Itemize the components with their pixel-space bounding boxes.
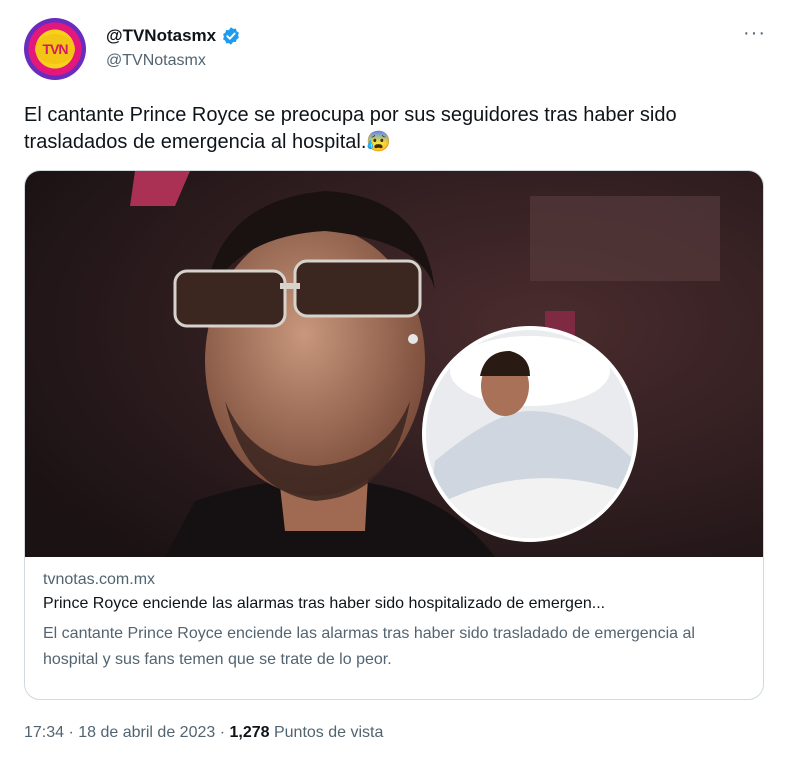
card-description: El cantante Prince Royce enciende las al…	[43, 625, 695, 668]
more-options-icon[interactable]: ···	[743, 22, 766, 45]
card-photo-illustration	[25, 171, 763, 557]
tweet-header: TVN @TVNotasmx @TVNotasmx ···	[24, 18, 776, 84]
card-text: tvnotas.com.mx Prince Royce enciende las…	[43, 571, 753, 673]
view-count: 1,278	[229, 724, 270, 741]
display-name[interactable]: @TVNotasmx	[106, 26, 216, 46]
tweet-time[interactable]: 17:34	[24, 724, 64, 741]
card-title[interactable]: Prince Royce enciende las alarmas tras h…	[43, 595, 753, 613]
views-label: Puntos de vista	[269, 724, 384, 741]
tweet-text: El cantante Prince Royce se preocupa por…	[24, 104, 677, 153]
separator: ·	[215, 724, 230, 741]
avatar[interactable]: TVN	[24, 18, 86, 80]
avatar-logo: TVN	[35, 34, 75, 64]
user-handle[interactable]: @TVNotasmx	[106, 52, 206, 70]
card-image[interactable]	[25, 171, 763, 557]
link-card[interactable]: tvnotas.com.mx Prince Royce enciende las…	[24, 170, 764, 700]
separator: ·	[64, 724, 79, 741]
tweet-meta: 17:34 · 18 de abril de 2023 · 1,278 Punt…	[24, 724, 383, 742]
name-row: @TVNotasmx	[106, 26, 241, 46]
card-domain: tvnotas.com.mx	[43, 571, 156, 588]
tweet-date[interactable]: 18 de abril de 2023	[78, 724, 215, 741]
verified-badge-icon	[223, 27, 240, 45]
